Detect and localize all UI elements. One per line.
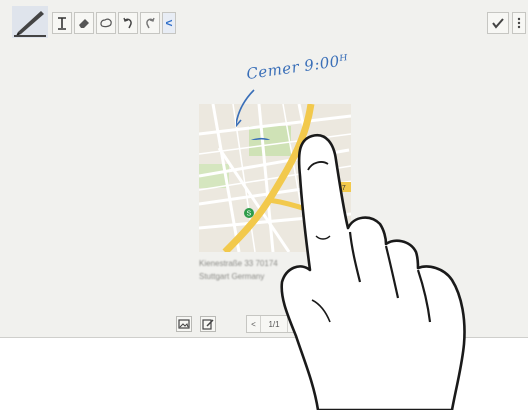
edit-icon bbox=[202, 319, 214, 330]
image-icon bbox=[178, 319, 190, 329]
transit-badge: S bbox=[247, 211, 252, 218]
address-line-2: Stuttgart Germany bbox=[199, 272, 265, 281]
handwritten-note: Cemer 9:00ᴴ bbox=[245, 50, 350, 84]
page-indicator: 1/1 bbox=[268, 319, 280, 329]
previous-page-button[interactable]: < bbox=[247, 316, 261, 332]
pen-icon bbox=[12, 6, 48, 38]
check-icon bbox=[492, 18, 504, 29]
more-vertical-icon bbox=[517, 17, 521, 29]
tool-group: < bbox=[52, 12, 176, 34]
redo-icon bbox=[146, 17, 155, 29]
add-page-button[interactable]: + bbox=[287, 316, 301, 332]
eraser-tool-button[interactable] bbox=[74, 12, 94, 34]
map-image: 27 S bbox=[199, 104, 351, 252]
redo-tool-button[interactable] bbox=[140, 12, 160, 34]
chevron-left-icon: < bbox=[165, 16, 173, 30]
address-text: Kienestraße 33 70174 Stuttgart Germany bbox=[199, 257, 349, 283]
collapse-toolbar-button[interactable]: < bbox=[162, 12, 176, 34]
insert-image-button[interactable] bbox=[176, 316, 192, 332]
text-tool-button[interactable] bbox=[52, 12, 72, 34]
route-badge: 27 bbox=[338, 185, 346, 192]
eraser-icon bbox=[79, 19, 89, 28]
text-cursor-icon bbox=[58, 17, 66, 30]
edit-page-button[interactable] bbox=[200, 316, 216, 332]
undo-tool-button[interactable] bbox=[118, 12, 138, 34]
selection-tool-button[interactable] bbox=[96, 12, 116, 34]
undo-icon bbox=[123, 17, 132, 29]
more-options-button[interactable] bbox=[512, 12, 526, 34]
address-line-1: Kienestraße 33 70174 bbox=[199, 259, 278, 268]
done-button[interactable] bbox=[487, 12, 509, 34]
note-canvas[interactable]: < 27 S Kienestraße 33 70174 Stuttgart Ge… bbox=[0, 0, 528, 338]
pen-tool-button[interactable] bbox=[12, 6, 48, 38]
lasso-icon bbox=[100, 18, 112, 28]
page-navigator: < 1/1 + bbox=[246, 315, 302, 333]
